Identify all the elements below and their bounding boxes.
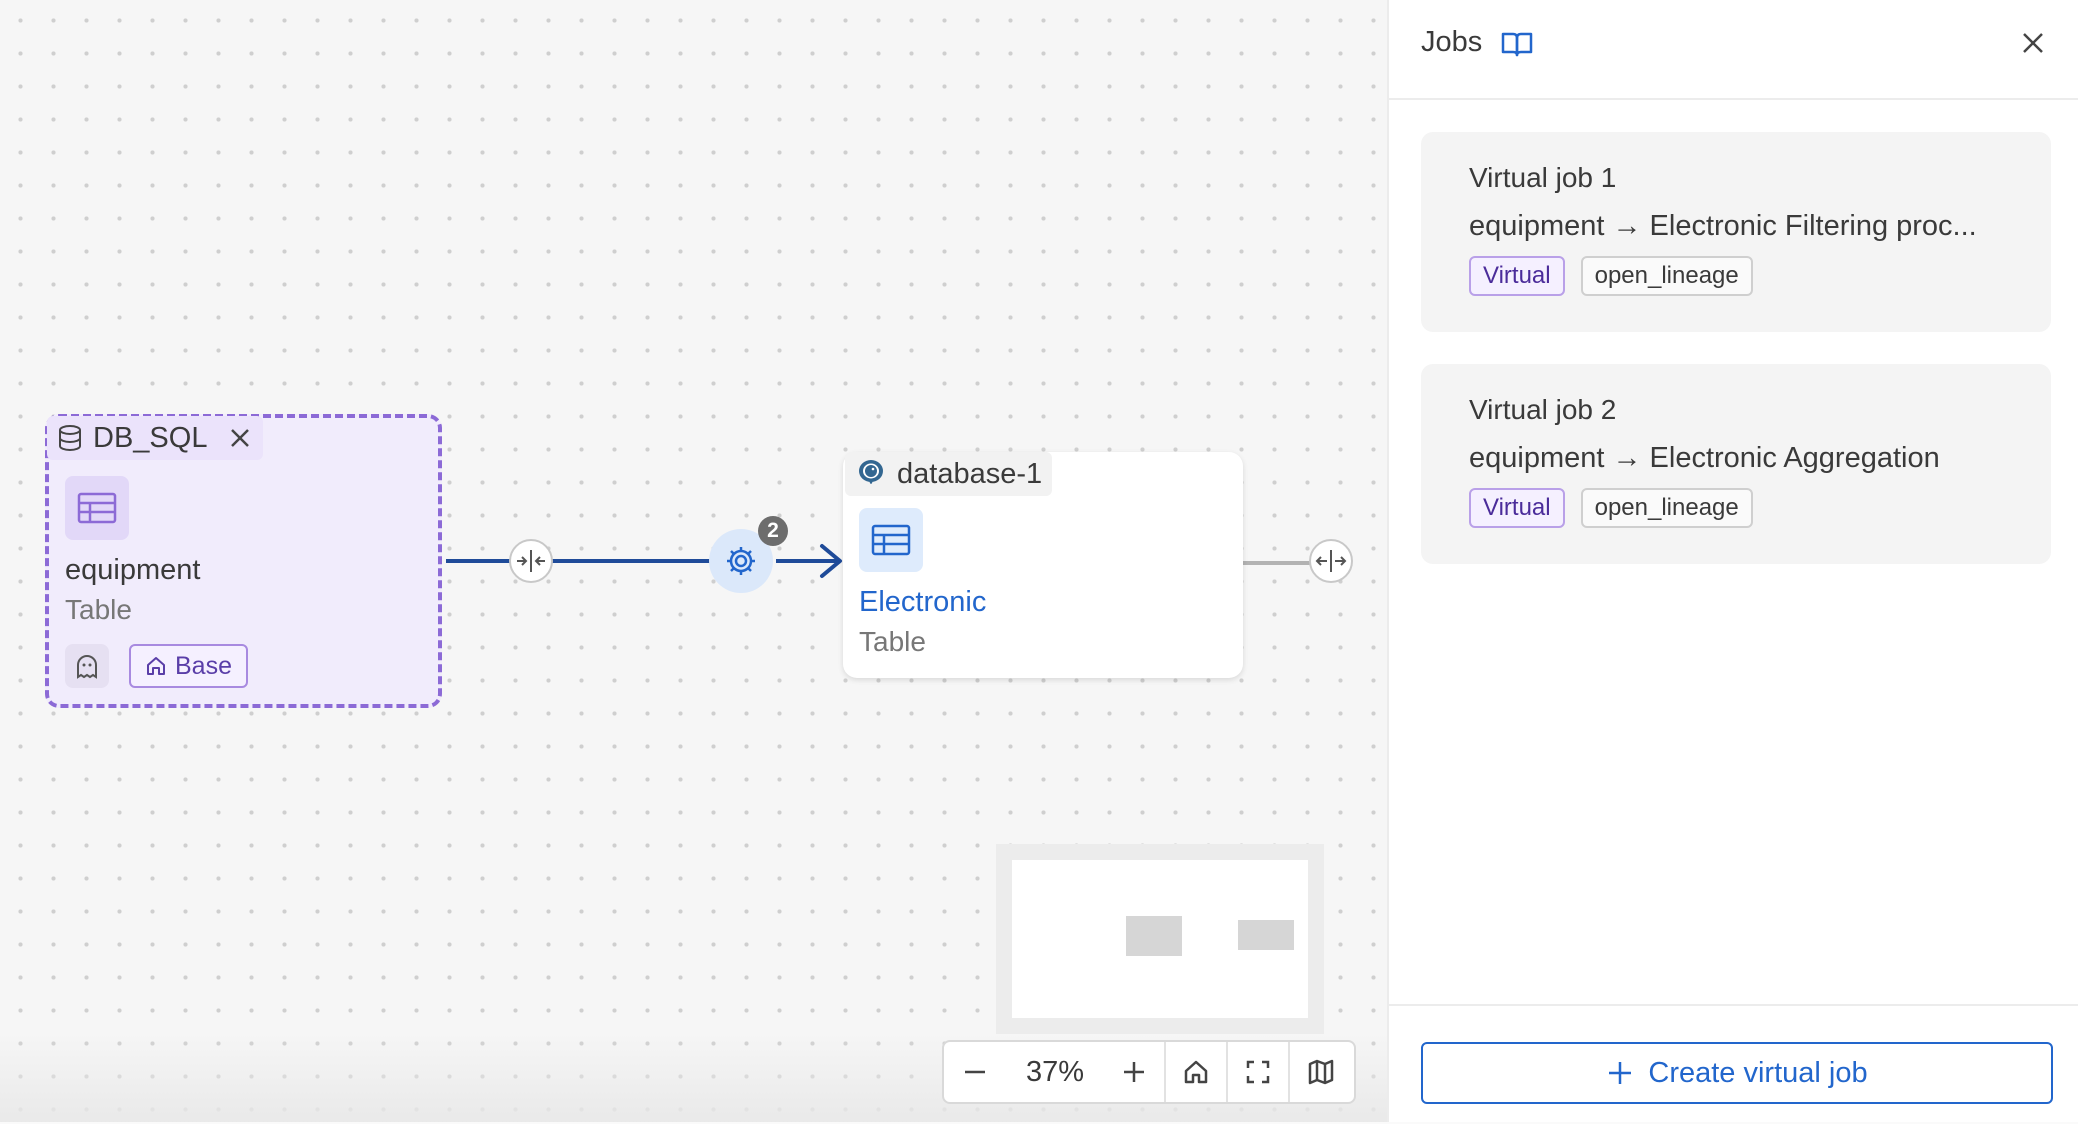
node-group-header: database-1 (845, 452, 1053, 496)
minimap-viewport (1012, 860, 1308, 1018)
zoom-level: 37% (1006, 1042, 1104, 1102)
home-icon (147, 657, 165, 675)
zoom-value: 37% (1025, 1055, 1085, 1088)
home-icon (1184, 1060, 1208, 1084)
job-card[interactable]: Virtual job 2 equipment → Electronic Agg… (1421, 364, 2051, 564)
job-name: Virtual job 1 (1469, 162, 1617, 193)
lineage-canvas[interactable]: 2 DB_SQL equipment Table Base database-1… (0, 0, 1387, 1122)
create-label: Create virtual job (1648, 1056, 1868, 1089)
panel-title: Jobs (1421, 26, 1483, 58)
fit-view-button[interactable] (1228, 1042, 1290, 1102)
database-icon (59, 425, 81, 452)
panel-footer: Create virtual job (1389, 1004, 2078, 1124)
tag-virtual: Virtual (1469, 256, 1565, 296)
tag-source: open_lineage (1580, 256, 1753, 296)
job-tags: Virtual open_lineage (1469, 488, 2003, 528)
node-group-header: DB_SQL (47, 416, 264, 460)
panel-header: Jobs (1389, 0, 2078, 100)
collapse-upstream-handle[interactable] (508, 538, 554, 584)
map-icon (1308, 1059, 1334, 1085)
node-type: Table (65, 594, 132, 625)
zoom-toolbar: 37% (942, 1040, 1356, 1104)
book-icon[interactable] (1501, 30, 1533, 58)
job-tags: Virtual open_lineage (1469, 256, 2003, 296)
table-icon (65, 476, 129, 540)
plus-icon (1609, 1062, 1632, 1084)
fullscreen-icon (1246, 1060, 1270, 1084)
group-label: DB_SQL (93, 421, 208, 454)
toggle-minimap-button[interactable] (1290, 1042, 1352, 1102)
close-icon[interactable] (2018, 28, 2048, 58)
job-card[interactable]: Virtual job 1 equipment → Electronic Fil… (1421, 132, 2051, 332)
minimap-node (1238, 920, 1294, 950)
close-icon[interactable] (227, 425, 253, 451)
minimap[interactable] (996, 844, 1324, 1034)
base-label: Base (175, 651, 232, 680)
node-name: equipment (65, 554, 201, 586)
postgres-icon (859, 460, 883, 484)
tag-virtual: Virtual (1469, 488, 1565, 528)
source-node-equipment[interactable]: DB_SQL equipment Table Base (45, 414, 442, 708)
base-badge: Base (129, 644, 248, 688)
job-description: equipment → Electronic Aggregation (1469, 442, 1940, 474)
zoom-out-button[interactable] (944, 1042, 1006, 1102)
create-virtual-job-button[interactable]: Create virtual job (1421, 1042, 2053, 1104)
minus-icon (965, 1070, 985, 1074)
tag-source: open_lineage (1580, 488, 1753, 528)
expand-downstream-handle[interactable] (1308, 538, 1354, 584)
plus-icon (1124, 1062, 1144, 1082)
job-name: Virtual job 2 (1469, 394, 1617, 425)
home-view-button[interactable] (1166, 1042, 1228, 1102)
zoom-in-button[interactable] (1104, 1042, 1166, 1102)
table-icon (859, 508, 923, 572)
node-type: Table (859, 626, 926, 657)
target-node-electronic[interactable]: database-1 Electronic Table (843, 452, 1243, 678)
job-description: equipment → Electronic Filtering proc... (1469, 210, 1977, 242)
group-label: database-1 (897, 457, 1043, 490)
jobs-panel: Jobs Virtual job 1 equipment → Electroni… (1387, 0, 2078, 1122)
job-count-badge: 2 (758, 516, 788, 546)
ghost-icon (65, 644, 109, 688)
node-name[interactable]: Electronic (859, 586, 986, 619)
minimap-node (1126, 916, 1182, 956)
